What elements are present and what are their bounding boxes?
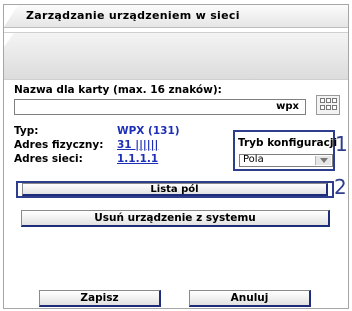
field-list-group: Lista pól [16, 181, 334, 198]
cancel-button[interactable]: Anuluj [189, 290, 311, 307]
config-mode-select[interactable]: Pola [239, 154, 333, 167]
grid-cell [320, 98, 325, 103]
type-label: Typ: [14, 125, 39, 137]
header-band [4, 32, 348, 80]
grid-cell [332, 98, 337, 103]
grid-cell [326, 105, 331, 110]
chevron-down-icon[interactable] [315, 156, 331, 165]
callout-2: 2 [334, 175, 347, 199]
card-name-field[interactable]: wpx [14, 99, 306, 115]
card-name-label: Nazwa dla karty (max. 16 znaków): [14, 84, 222, 96]
network-address-label: Adres sieci: [14, 153, 83, 165]
callout-1: 1 [335, 132, 348, 156]
physical-address-label: Adres fizyczny: [14, 139, 104, 151]
config-mode-value: Pola [243, 154, 264, 165]
save-button[interactable]: Zapisz [39, 290, 161, 307]
grid-cell [326, 98, 331, 103]
grid-icon[interactable] [316, 95, 340, 115]
grid-cell [332, 105, 337, 110]
grid-cell [320, 105, 325, 110]
config-mode-group: Tryb konfiguracji Pola [233, 130, 338, 171]
card-name-suffix: wpx [276, 101, 299, 112]
network-address-value[interactable]: 1.1.1.1 [117, 153, 158, 165]
type-value: WPX (131) [117, 125, 180, 137]
device-management-window: Zarządzanie urządzeniem w sieci Nazwa dl… [3, 4, 349, 309]
title-bar: Zarządzanie urządzeniem w sieci [4, 5, 348, 28]
remove-device-button[interactable]: Usuń urządzenie z systemu [21, 210, 330, 227]
window-title: Zarządzanie urządzeniem w sieci [26, 9, 240, 22]
physical-address-value[interactable]: 31 |||||| [117, 139, 158, 151]
card-name-input[interactable] [17, 100, 267, 112]
band-slant-decoration [4, 33, 14, 47]
config-mode-label: Tryb konfiguracji [238, 137, 338, 149]
field-list-button[interactable]: Lista pól [22, 183, 328, 196]
title-slant-decoration [4, 5, 18, 27]
